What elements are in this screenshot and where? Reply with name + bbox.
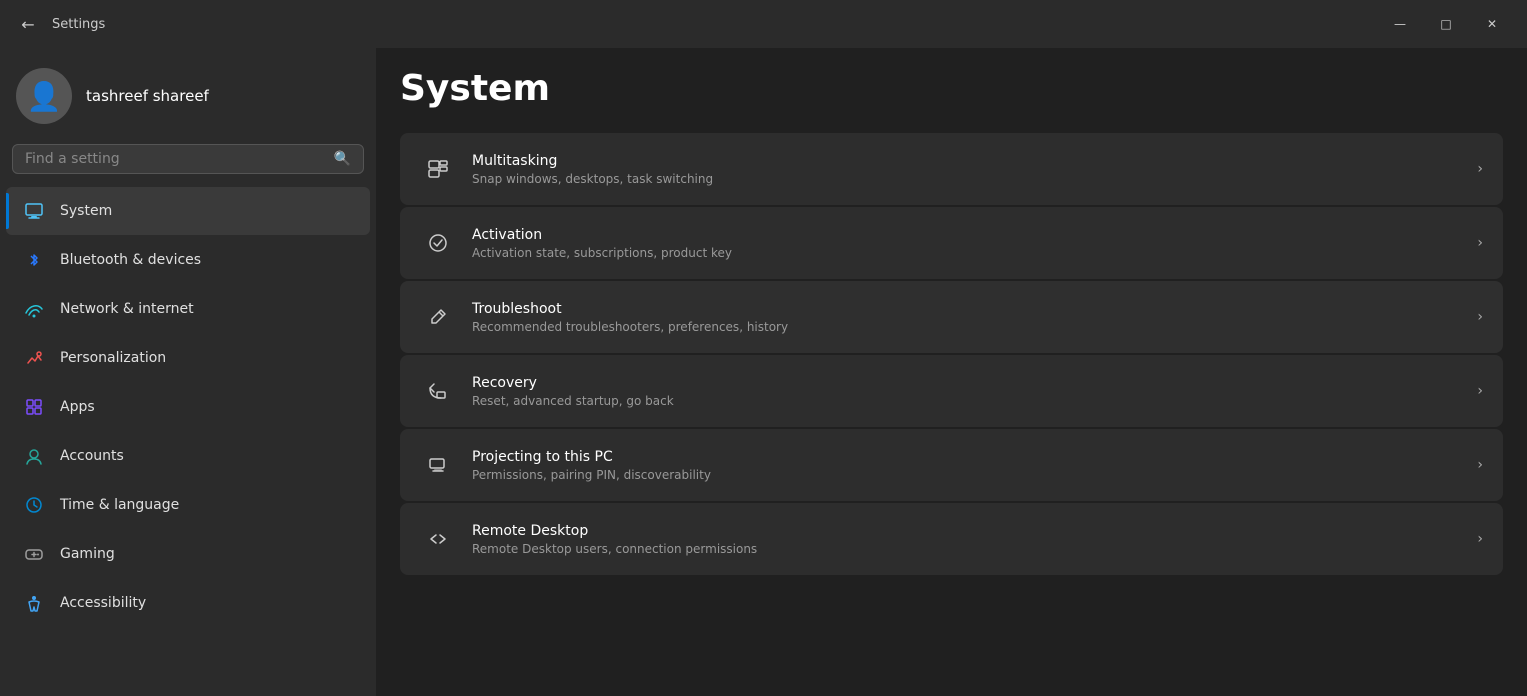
avatar-icon: 👤 — [27, 80, 62, 113]
window-controls: — □ ✕ — [1377, 8, 1515, 40]
multitasking-chevron: › — [1477, 161, 1483, 177]
system-nav-icon — [22, 199, 46, 223]
remote-desktop-icon — [420, 521, 456, 557]
search-input[interactable] — [25, 151, 326, 167]
activation-chevron: › — [1477, 235, 1483, 251]
content-area: System Multitasking Snap windows, deskto… — [376, 48, 1527, 696]
system-nav-label: System — [60, 203, 112, 219]
multitasking-text: Multitasking Snap windows, desktops, tas… — [472, 153, 1465, 186]
sidebar-item-system[interactable]: System — [6, 187, 370, 235]
sidebar-item-personalization[interactable]: Personalization — [6, 334, 370, 382]
accessibility-nav-label: Accessibility — [60, 595, 146, 611]
sidebar-item-apps[interactable]: Apps — [6, 383, 370, 431]
maximize-button[interactable]: □ — [1423, 8, 1469, 40]
sidebar-item-network[interactable]: Network & internet — [6, 285, 370, 333]
time-nav-icon — [22, 493, 46, 517]
activation-text: Activation Activation state, subscriptio… — [472, 227, 1465, 260]
recovery-text: Recovery Reset, advanced startup, go bac… — [472, 375, 1465, 408]
recovery-chevron: › — [1477, 383, 1483, 399]
app-title: Settings — [52, 17, 105, 32]
time-nav-label: Time & language — [60, 497, 179, 513]
projecting-desc: Permissions, pairing PIN, discoverabilit… — [472, 468, 1465, 482]
network-nav-label: Network & internet — [60, 301, 194, 317]
apps-nav-label: Apps — [60, 399, 95, 415]
activation-desc: Activation state, subscriptions, product… — [472, 246, 1465, 260]
sidebar-item-gaming[interactable]: Gaming — [6, 530, 370, 578]
remote-desktop-chevron: › — [1477, 531, 1483, 547]
sidebar-item-accessibility[interactable]: Accessibility — [6, 579, 370, 627]
personalization-nav-icon — [22, 346, 46, 370]
bluetooth-nav-label: Bluetooth & devices — [60, 252, 201, 268]
projecting-icon — [420, 447, 456, 483]
apps-nav-icon — [22, 395, 46, 419]
projecting-chevron: › — [1477, 457, 1483, 473]
setting-item-projecting[interactable]: Projecting to this PC Permissions, pairi… — [400, 429, 1503, 501]
projecting-title: Projecting to this PC — [472, 449, 1465, 465]
setting-item-troubleshoot[interactable]: Troubleshoot Recommended troubleshooters… — [400, 281, 1503, 353]
search-icon[interactable]: 🔍 — [334, 151, 351, 167]
activation-title: Activation — [472, 227, 1465, 243]
search-container: 🔍 — [0, 144, 376, 186]
back-icon: ← — [21, 15, 34, 34]
sidebar: 👤 tashreef shareef 🔍 System Bluetooth & … — [0, 48, 376, 696]
setting-item-remote-desktop[interactable]: Remote Desktop Remote Desktop users, con… — [400, 503, 1503, 575]
username: tashreef shareef — [86, 87, 209, 105]
activation-icon — [420, 225, 456, 261]
accessibility-nav-icon — [22, 591, 46, 615]
sidebar-item-accounts[interactable]: Accounts — [6, 432, 370, 480]
back-button[interactable]: ← — [12, 8, 44, 40]
troubleshoot-title: Troubleshoot — [472, 301, 1465, 317]
avatar: 👤 — [16, 68, 72, 124]
gaming-nav-label: Gaming — [60, 546, 115, 562]
network-nav-icon — [22, 297, 46, 321]
bluetooth-nav-icon — [22, 248, 46, 272]
projecting-text: Projecting to this PC Permissions, pairi… — [472, 449, 1465, 482]
multitasking-desc: Snap windows, desktops, task switching — [472, 172, 1465, 186]
multitasking-title: Multitasking — [472, 153, 1465, 169]
troubleshoot-text: Troubleshoot Recommended troubleshooters… — [472, 301, 1465, 334]
accounts-nav-label: Accounts — [60, 448, 124, 464]
troubleshoot-chevron: › — [1477, 309, 1483, 325]
user-profile[interactable]: 👤 tashreef shareef — [0, 48, 376, 144]
remote-desktop-text: Remote Desktop Remote Desktop users, con… — [472, 523, 1465, 556]
multitasking-icon — [420, 151, 456, 187]
troubleshoot-desc: Recommended troubleshooters, preferences… — [472, 320, 1465, 334]
setting-item-recovery[interactable]: Recovery Reset, advanced startup, go bac… — [400, 355, 1503, 427]
recovery-icon — [420, 373, 456, 409]
recovery-title: Recovery — [472, 375, 1465, 391]
settings-list: Multitasking Snap windows, desktops, tas… — [400, 133, 1503, 575]
troubleshoot-icon — [420, 299, 456, 335]
search-box: 🔍 — [12, 144, 364, 174]
minimize-button[interactable]: — — [1377, 8, 1423, 40]
main-layout: 👤 tashreef shareef 🔍 System Bluetooth & … — [0, 48, 1527, 696]
accounts-nav-icon — [22, 444, 46, 468]
sidebar-item-time[interactable]: Time & language — [6, 481, 370, 529]
setting-item-multitasking[interactable]: Multitasking Snap windows, desktops, tas… — [400, 133, 1503, 205]
close-button[interactable]: ✕ — [1469, 8, 1515, 40]
remote-desktop-desc: Remote Desktop users, connection permiss… — [472, 542, 1465, 556]
page-title: System — [400, 48, 1503, 133]
sidebar-item-bluetooth[interactable]: Bluetooth & devices — [6, 236, 370, 284]
nav-list: System Bluetooth & devices Network & int… — [0, 186, 376, 628]
recovery-desc: Reset, advanced startup, go back — [472, 394, 1465, 408]
setting-item-activation[interactable]: Activation Activation state, subscriptio… — [400, 207, 1503, 279]
personalization-nav-label: Personalization — [60, 350, 166, 366]
gaming-nav-icon — [22, 542, 46, 566]
titlebar: ← Settings — □ ✕ — [0, 0, 1527, 48]
remote-desktop-title: Remote Desktop — [472, 523, 1465, 539]
